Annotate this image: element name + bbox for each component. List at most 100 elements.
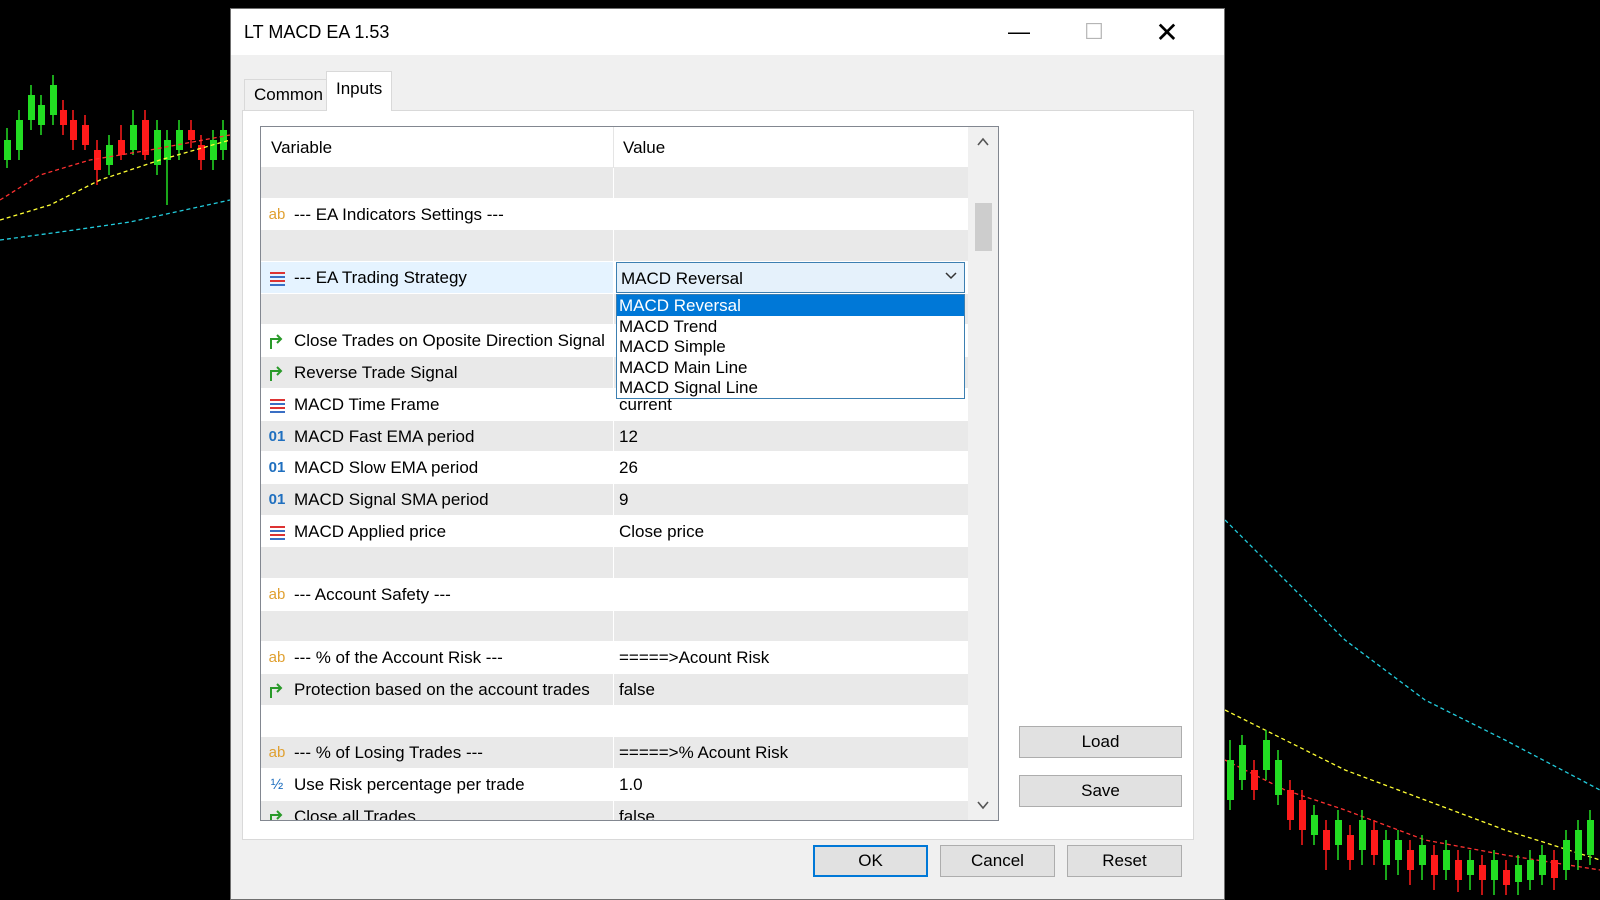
bool-icon xyxy=(267,363,287,383)
load-button[interactable]: Load xyxy=(1019,726,1182,758)
column-header-value[interactable]: Value xyxy=(623,138,665,158)
ok-button[interactable]: OK xyxy=(813,845,928,877)
enum-icon xyxy=(267,268,287,288)
save-button[interactable]: Save xyxy=(1019,775,1182,807)
value-cell[interactable]: =====>% Acount Risk xyxy=(614,737,968,769)
grid-header: Variable Value xyxy=(261,127,968,168)
input-row[interactable]: ab --- % of the Account Risk --- =====>Aco… xyxy=(261,642,968,674)
variable-label: --- % of the Account Risk --- xyxy=(294,648,503,668)
trading-strategy-combo[interactable]: MACD Reversal xyxy=(616,262,965,293)
variable-cell[interactable]: 01 MACD Slow EMA period xyxy=(261,452,613,483)
ab-icon: ab xyxy=(268,649,286,667)
variable-label: MACD Applied price xyxy=(294,521,447,541)
value-text: =====>% Acount Risk xyxy=(619,743,789,763)
input-row[interactable]: Close all Trades false xyxy=(261,800,968,821)
variable-label: --- % of Losing Trades --- xyxy=(294,743,483,763)
variable-cell[interactable] xyxy=(261,705,613,737)
tab-inputs[interactable]: Inputs xyxy=(326,71,393,111)
input-row[interactable] xyxy=(261,547,968,579)
variable-label: Reverse Trade Signal xyxy=(294,363,458,383)
chevron-down-icon[interactable] xyxy=(944,269,958,283)
ab-icon: ab xyxy=(268,585,286,603)
value-cell[interactable]: 12 xyxy=(614,420,968,452)
value-cell[interactable] xyxy=(614,610,968,642)
variable-cell[interactable]: MACD Applied price xyxy=(261,515,613,547)
ab-icon: ab xyxy=(268,744,286,762)
value-cell[interactable]: 1.0 xyxy=(614,769,968,800)
input-row[interactable]: ab --- % of Losing Trades --- =====>% Acou… xyxy=(261,737,968,770)
value-cell[interactable]: false xyxy=(614,674,968,705)
strategy-dropdown-list: MACD Reversal MACD Trend MACD Simple MAC… xyxy=(616,294,965,399)
dropdown-option-macd-simple[interactable]: MACD Simple xyxy=(617,336,964,357)
value-cell[interactable] xyxy=(614,230,968,262)
dropdown-option-macd-trend[interactable]: MACD Trend xyxy=(617,316,964,337)
variable-cell[interactable]: --- EA Trading Strategy xyxy=(261,262,613,293)
value-text: false xyxy=(619,806,655,821)
variable-cell[interactable]: ½ Use Risk percentage per trade xyxy=(261,769,613,800)
variable-label: MACD Fast EMA period xyxy=(294,426,475,446)
variable-cell[interactable]: MACD Time Frame xyxy=(261,388,613,420)
variable-label: --- Account Safety --- xyxy=(294,584,451,604)
variable-cell[interactable] xyxy=(261,230,613,262)
variable-cell[interactable]: Close all Trades xyxy=(261,800,613,820)
value-cell[interactable] xyxy=(614,578,968,610)
input-row[interactable]: ab --- EA Indicators Settings --- xyxy=(261,198,968,231)
scroll-down-icon[interactable] xyxy=(968,790,998,820)
input-row[interactable]: 01 MACD Signal SMA period 9 xyxy=(261,483,968,516)
variable-cell[interactable] xyxy=(261,547,613,578)
variable-cell[interactable]: Protection based on the account trades xyxy=(261,674,613,705)
scrollbar-thumb[interactable] xyxy=(975,203,992,251)
input-row[interactable]: 01 MACD Fast EMA period 12 xyxy=(261,420,968,453)
tab-common[interactable]: Common xyxy=(244,79,333,110)
cancel-button[interactable]: Cancel xyxy=(940,845,1055,877)
window-title: LT MACD EA 1.53 xyxy=(244,22,390,42)
input-row[interactable]: ab --- Account Safety --- xyxy=(261,578,968,611)
value-cell[interactable] xyxy=(614,705,968,737)
int-icon: 01 xyxy=(268,427,286,445)
variable-label: MACD Time Frame xyxy=(294,394,440,414)
variable-cell[interactable] xyxy=(261,293,613,325)
variable-cell[interactable]: ab --- % of the Account Risk --- xyxy=(261,642,613,673)
input-row[interactable] xyxy=(261,705,968,738)
dropdown-option-macd-reversal[interactable]: MACD Reversal xyxy=(617,295,964,316)
value-cell[interactable]: 26 xyxy=(614,452,968,483)
variable-cell[interactable]: ab --- % of Losing Trades --- xyxy=(261,737,613,769)
value-text: false xyxy=(619,680,655,699)
input-row[interactable] xyxy=(261,610,968,643)
title-bar: LT MACD EA 1.53 — ☐ ✕ xyxy=(231,9,1224,55)
variable-cell[interactable]: ab --- Account Safety --- xyxy=(261,578,613,610)
dropdown-option-macd-main-line[interactable]: MACD Main Line xyxy=(617,357,964,378)
variable-cell[interactable]: 01 MACD Signal SMA period xyxy=(261,483,613,515)
value-cell[interactable]: Close price xyxy=(614,515,968,547)
maximize-button[interactable]: ☐ xyxy=(1071,15,1117,49)
value-cell[interactable] xyxy=(614,198,968,230)
reset-button[interactable]: Reset xyxy=(1067,845,1182,877)
input-row[interactable]: 01 MACD Slow EMA period 26 xyxy=(261,452,968,484)
column-header-variable[interactable]: Variable xyxy=(271,138,332,158)
input-row[interactable] xyxy=(261,230,968,263)
grid-scrollbar[interactable] xyxy=(968,127,998,820)
scroll-up-icon[interactable] xyxy=(968,127,998,157)
variable-cell[interactable]: 01 MACD Fast EMA period xyxy=(261,420,613,452)
int-icon: 01 xyxy=(268,459,286,477)
value-cell[interactable] xyxy=(614,167,968,198)
variable-label: Use Risk percentage per trade xyxy=(294,775,525,795)
value-cell[interactable]: false xyxy=(614,800,968,821)
variable-cell[interactable]: ab --- EA Indicators Settings --- xyxy=(261,198,613,230)
input-row[interactable]: Protection based on the account trades fa… xyxy=(261,674,968,706)
input-row[interactable]: MACD Applied price Close price xyxy=(261,515,968,548)
variable-cell[interactable]: Close Trades on Oposite Direction Signal xyxy=(261,325,613,357)
dropdown-option-macd-signal-line[interactable]: MACD Signal Line xyxy=(617,377,964,398)
combo-value: MACD Reversal xyxy=(621,269,743,288)
ea-properties-dialog: LT MACD EA 1.53 — ☐ ✕ Common Inputs Vari… xyxy=(230,8,1225,900)
variable-cell[interactable] xyxy=(261,167,613,198)
input-row[interactable] xyxy=(261,167,968,199)
close-button[interactable]: ✕ xyxy=(1144,15,1190,49)
minimize-button[interactable]: — xyxy=(996,15,1042,49)
value-cell[interactable]: 9 xyxy=(614,483,968,515)
value-cell[interactable] xyxy=(614,547,968,578)
value-cell[interactable]: =====>Acount Risk xyxy=(614,642,968,673)
input-row[interactable]: ½ Use Risk percentage per trade 1.0 xyxy=(261,769,968,801)
variable-cell[interactable]: Reverse Trade Signal xyxy=(261,357,613,388)
variable-cell[interactable] xyxy=(261,610,613,642)
